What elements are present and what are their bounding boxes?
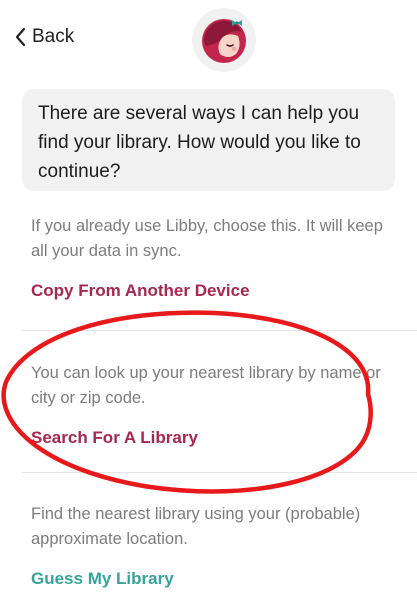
option-search-library: You can look up your nearest library by … (31, 361, 391, 449)
back-button[interactable]: Back (14, 25, 74, 49)
divider (22, 472, 417, 473)
divider (22, 330, 417, 331)
back-label: Back (32, 26, 75, 47)
top-bar: Back (0, 0, 417, 78)
chat-message-text: There are several ways I can help you fi… (38, 103, 361, 182)
option-description: You can look up your nearest library by … (31, 364, 381, 407)
search-for-a-library-link[interactable]: Search For A Library (31, 427, 198, 449)
chat-message-bubble: There are several ways I can help you fi… (22, 89, 395, 191)
guess-my-library-link[interactable]: Guess My Library (31, 568, 174, 590)
option-guess-library: Find the nearest library using your (pro… (31, 502, 391, 590)
option-description: If you already use Libby, choose this. I… (31, 217, 383, 260)
copy-from-another-device-link[interactable]: Copy From Another Device (31, 280, 250, 302)
option-description: Find the nearest library using your (pro… (31, 505, 361, 548)
chevron-left-icon (15, 27, 26, 47)
option-copy-from-device: If you already use Libby, choose this. I… (31, 214, 391, 302)
libby-logo-icon (192, 8, 256, 72)
